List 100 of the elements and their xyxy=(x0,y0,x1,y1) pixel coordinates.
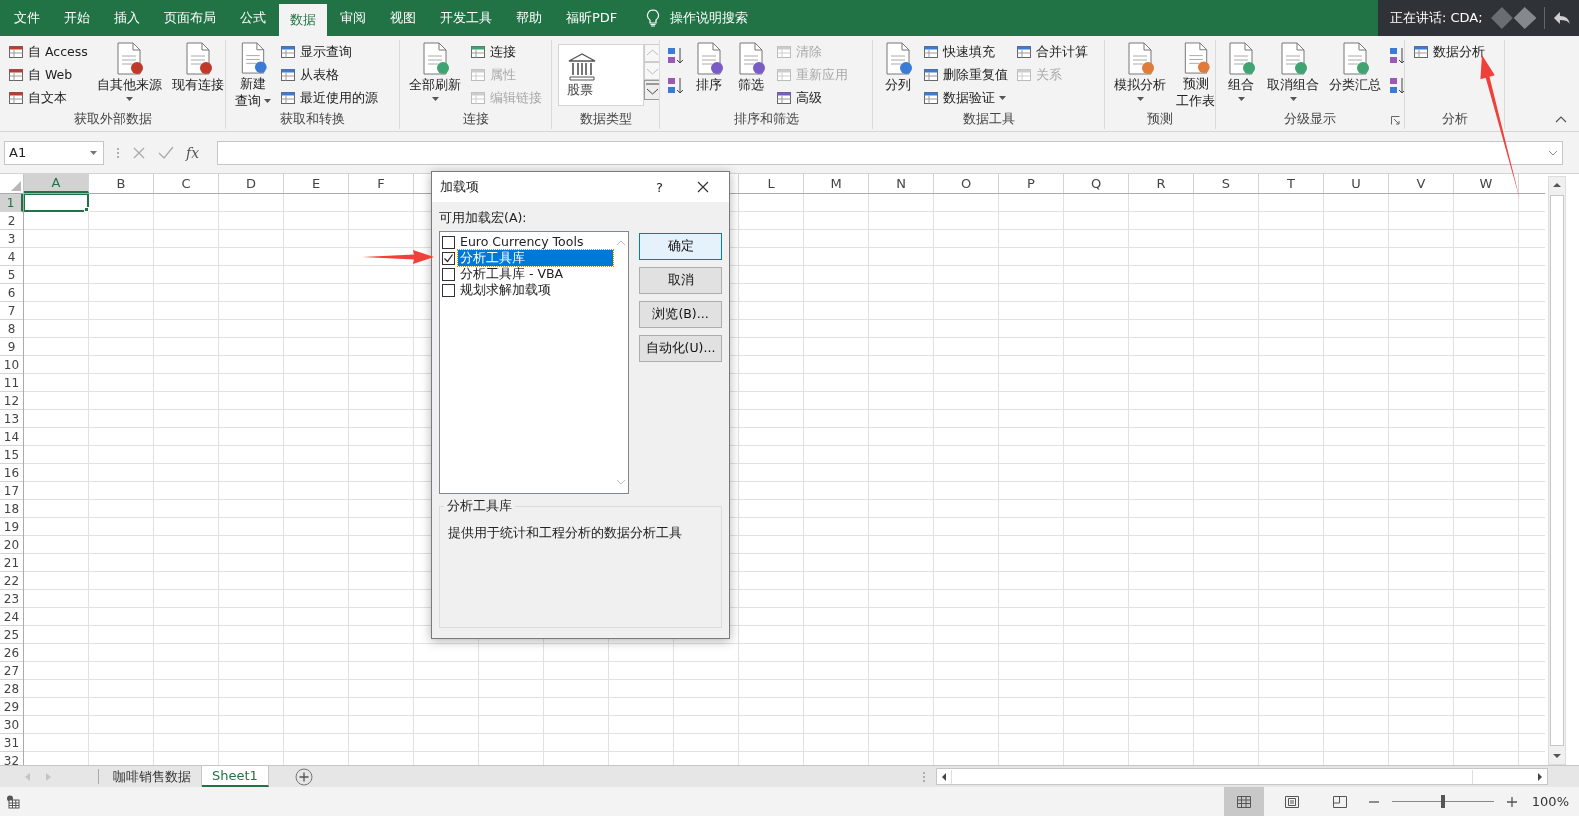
expand-icon[interactable] xyxy=(1548,149,1558,156)
collapse-ribbon-icon[interactable] xyxy=(1555,116,1567,123)
row-header[interactable]: 9 xyxy=(0,338,23,356)
row-header[interactable]: 29 xyxy=(0,698,23,716)
column-header[interactable]: O xyxy=(934,174,999,193)
column-header[interactable]: P xyxy=(999,174,1064,193)
row-header[interactable]: 17 xyxy=(0,482,23,500)
row-header[interactable]: 6 xyxy=(0,284,23,302)
normal-view-button[interactable] xyxy=(1223,787,1264,816)
column-header[interactable]: A xyxy=(24,174,89,193)
ribbon-tab[interactable]: 审阅 xyxy=(329,0,377,36)
ribbon-button[interactable]: 分列 xyxy=(879,40,917,109)
column-header[interactable]: F xyxy=(349,174,414,193)
zoom-thumb[interactable] xyxy=(1440,795,1445,808)
ribbon-button[interactable]: 自其他来源 xyxy=(93,40,165,109)
column-header[interactable]: E xyxy=(284,174,349,193)
ribbon-button[interactable]: 分类汇总 xyxy=(1326,40,1384,109)
close-icon[interactable] xyxy=(697,181,709,193)
dialog-button[interactable]: 确定 xyxy=(639,233,722,260)
ribbon-tab[interactable]: 福昕PDF xyxy=(555,0,629,36)
ribbon-button[interactable]: 数据分析 xyxy=(1411,41,1487,63)
column-header[interactable]: S xyxy=(1194,174,1259,193)
add-sheet-icon[interactable] xyxy=(294,767,313,786)
ribbon-button[interactable]: 排序 xyxy=(690,40,728,109)
ribbon-button[interactable]: 预测 工作表 xyxy=(1173,40,1215,109)
horizontal-scrollbar[interactable] xyxy=(936,768,1548,785)
checkbox[interactable] xyxy=(442,267,455,281)
row-header[interactable]: 31 xyxy=(0,734,23,752)
ribbon-tab[interactable]: 文件 xyxy=(0,0,51,36)
column-header[interactable]: M xyxy=(804,174,869,193)
help-button[interactable]: ? xyxy=(656,179,663,195)
checkbox[interactable] xyxy=(442,251,455,265)
row-header[interactable]: 30 xyxy=(0,716,23,734)
row-header[interactable]: 24 xyxy=(0,608,23,626)
column-header[interactable]: B xyxy=(89,174,154,193)
row-header[interactable]: 26 xyxy=(0,644,23,662)
row-header[interactable]: 1 xyxy=(0,194,23,212)
active-cell[interactable] xyxy=(24,194,89,212)
row-header[interactable]: 14 xyxy=(0,428,23,446)
row-header[interactable]: 23 xyxy=(0,590,23,608)
sort-icon[interactable] xyxy=(666,46,686,66)
row-header[interactable]: 19 xyxy=(0,518,23,536)
ribbon-button[interactable]: 现有连接 xyxy=(168,40,225,109)
column-header[interactable]: C xyxy=(154,174,219,193)
column-header[interactable]: L xyxy=(739,174,804,193)
row-header[interactable]: 21 xyxy=(0,554,23,572)
row-header[interactable]: 8 xyxy=(0,320,23,338)
tell-me-search[interactable]: 操作说明搜索 xyxy=(670,9,749,27)
ribbon-button[interactable]: 新建 查询 xyxy=(232,40,274,109)
row-header[interactable]: 16 xyxy=(0,464,23,482)
ribbon-tab[interactable]: 开始 xyxy=(53,0,101,36)
row-header[interactable]: 11 xyxy=(0,374,23,392)
scroll-thumb[interactable] xyxy=(951,769,1473,784)
row-header[interactable]: 28 xyxy=(0,680,23,698)
row-header[interactable]: 5 xyxy=(0,266,23,284)
ribbon-button[interactable]: 自 Access xyxy=(6,41,90,63)
column-header[interactable]: V xyxy=(1389,174,1454,193)
checkbox[interactable] xyxy=(442,235,455,249)
ribbon-tab[interactable]: 公式 xyxy=(229,0,277,36)
ribbon-button[interactable]: 快速填充 xyxy=(921,41,1010,63)
sort-icon[interactable] xyxy=(1388,76,1404,96)
ribbon-tab[interactable]: 数据 xyxy=(279,4,327,36)
add-in-item[interactable]: 分析工具库 - VBA xyxy=(442,266,613,282)
row-header[interactable]: 2 xyxy=(0,212,23,230)
ribbon-button[interactable]: 显示查询 xyxy=(278,41,380,63)
row-header[interactable]: 22 xyxy=(0,572,23,590)
column-header[interactable]: R xyxy=(1129,174,1194,193)
sort-icon[interactable] xyxy=(1388,46,1404,66)
back-arrow-icon[interactable] xyxy=(1553,11,1571,25)
ribbon-button[interactable]: 自文本 xyxy=(6,87,90,109)
ribbon-button[interactable]: 组合 xyxy=(1222,40,1260,109)
row-header[interactable]: 27 xyxy=(0,662,23,680)
column-header[interactable]: Q xyxy=(1064,174,1129,193)
row-header[interactable]: 18 xyxy=(0,500,23,518)
ribbon-button[interactable]: 数据验证 xyxy=(921,87,1010,109)
ribbon-button[interactable]: 筛选 xyxy=(732,40,770,109)
formula-input[interactable] xyxy=(217,140,1563,165)
ribbon-tab[interactable]: 插入 xyxy=(103,0,151,36)
dialog-button[interactable]: 取消 xyxy=(639,267,722,294)
scroll-thumb[interactable] xyxy=(1550,195,1564,746)
ribbon-tab[interactable]: 开发工具 xyxy=(429,0,503,36)
row-header[interactable]: 25 xyxy=(0,626,23,644)
sheet-tab[interactable]: Sheet1 xyxy=(202,766,269,787)
dialog-button[interactable]: 自动化(U)... xyxy=(639,335,722,362)
row-header[interactable]: 15 xyxy=(0,446,23,464)
ribbon-button[interactable]: 模拟分析 xyxy=(1111,40,1169,109)
row-header[interactable]: 13 xyxy=(0,410,23,428)
ribbon-button[interactable]: 合并计算 xyxy=(1014,41,1090,63)
dialog-launcher-icon[interactable] xyxy=(1391,116,1400,125)
grip-icon[interactable] xyxy=(922,770,926,783)
ribbon-button[interactable]: 从表格 xyxy=(278,64,380,86)
ribbon-button[interactable]: 删除重复值 xyxy=(921,64,1010,86)
ribbon-button[interactable]: 高级 xyxy=(774,87,850,109)
zoom-in-icon[interactable] xyxy=(1505,795,1518,808)
dialog-button[interactable]: 浏览(B)... xyxy=(639,301,722,328)
macro-icon[interactable] xyxy=(6,794,20,809)
gallery-item[interactable]: 股票 xyxy=(559,48,605,102)
column-header[interactable]: N xyxy=(869,174,934,193)
column-header[interactable]: U xyxy=(1324,174,1389,193)
row-header[interactable]: 4 xyxy=(0,248,23,266)
